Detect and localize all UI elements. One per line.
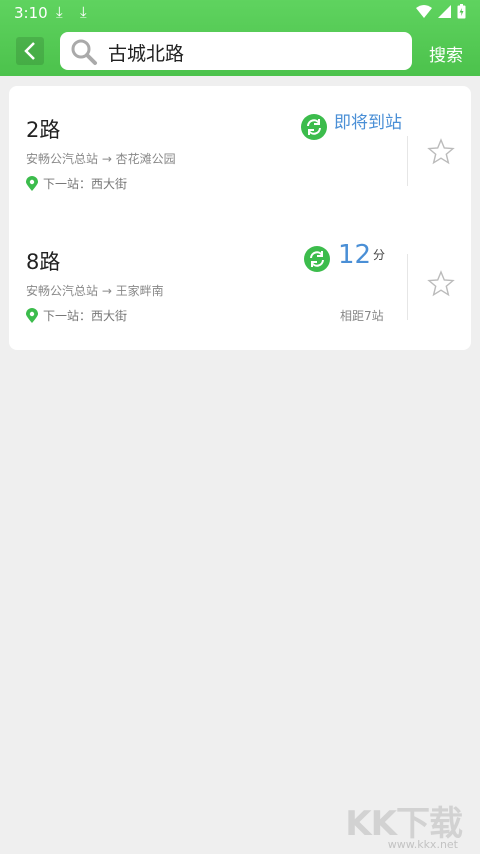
route-item[interactable]: 2路 安畅公汽总站 → 杏花滩公园 下一站：西大街 即将到站 (9, 86, 471, 218)
chevron-left-icon (24, 42, 35, 60)
next-stop-text: 下一站：西大街 (43, 309, 128, 323)
next-stop-text: 下一站：西大街 (43, 177, 128, 191)
eta-unit: 分 (373, 248, 386, 262)
watermark-url: www.kkx.net (387, 838, 458, 851)
next-stop: 下一站：西大街 (26, 307, 127, 324)
route-direction: 安畅公汽总站 → 王家畔南 (26, 284, 164, 298)
back-button[interactable] (16, 37, 44, 65)
stop-distance: 相距7站 (340, 309, 384, 323)
divider (407, 254, 408, 320)
next-stop: 下一站：西大街 (26, 175, 127, 192)
download-icon: ⤓ (80, 3, 87, 21)
eta-value: 12 (338, 240, 372, 270)
wifi-icon (416, 5, 432, 18)
search-button[interactable]: 搜索 (429, 41, 463, 66)
signal-icon (438, 5, 451, 18)
app-header: 3:10 ⤓ ⤓ 搜索 (0, 0, 480, 76)
search-box[interactable] (60, 32, 412, 70)
divider (407, 136, 408, 186)
search-icon (71, 39, 97, 65)
refresh-icon[interactable] (304, 246, 330, 272)
route-name: 8路 (26, 250, 61, 274)
refresh-icon[interactable] (301, 114, 327, 140)
download-icon: ⤓ (56, 3, 63, 21)
route-list: 2路 安畅公汽总站 → 杏花滩公园 下一站：西大街 即将到站 8路 安畅公汽总站… (9, 86, 471, 350)
star-icon[interactable] (427, 270, 455, 298)
status-bar: 3:10 ⤓ ⤓ (0, 0, 480, 26)
status-time: 3:10 (14, 4, 48, 22)
route-direction: 安畅公汽总站 → 杏花滩公园 (26, 152, 176, 166)
route-name: 2路 (26, 118, 61, 142)
route-item[interactable]: 8路 安畅公汽总站 → 王家畔南 下一站：西大街 12 分 相距7站 (9, 218, 471, 350)
location-pin-icon (26, 176, 38, 191)
search-input[interactable] (106, 36, 400, 68)
star-icon[interactable] (427, 138, 455, 166)
battery-icon (457, 4, 466, 19)
location-pin-icon (26, 308, 38, 323)
arrival-status: 即将到站 (334, 113, 402, 133)
status-icons (416, 4, 466, 19)
